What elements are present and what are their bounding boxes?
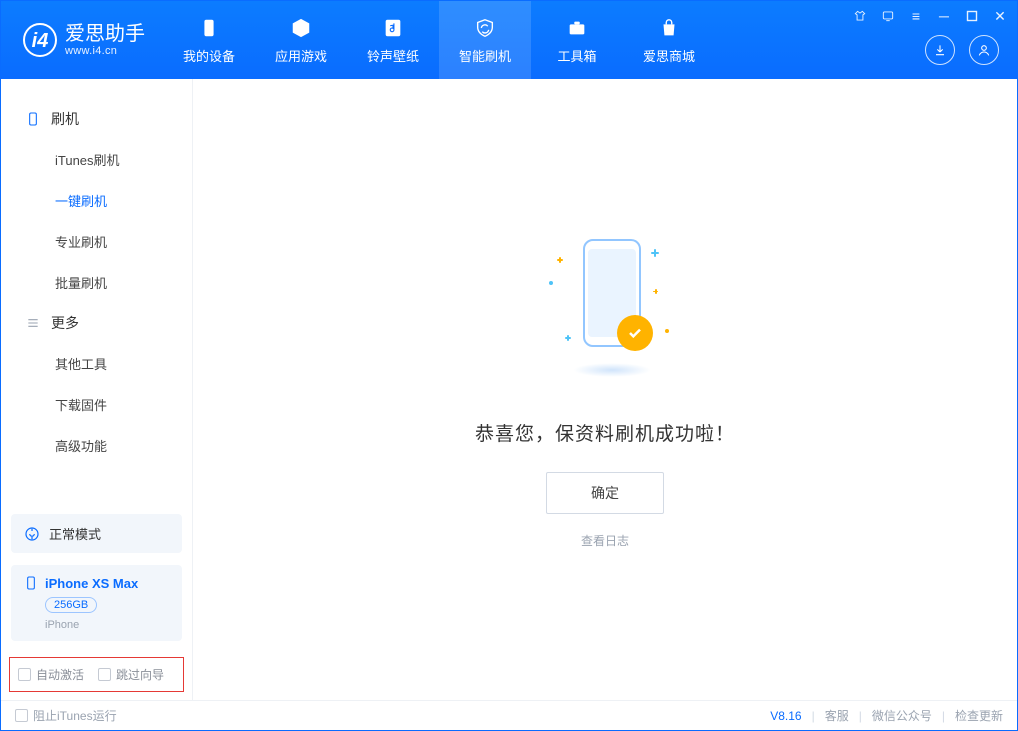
- flash-options-row: 自动激活 跳过向导: [9, 657, 184, 692]
- app-name-en: www.i4.cn: [65, 45, 145, 57]
- sidebar-section-flash: 刷机: [1, 99, 192, 139]
- sidebar-item-download-firmware[interactable]: 下载固件: [1, 384, 192, 425]
- phone-icon: [197, 16, 221, 40]
- device-capacity: 256GB: [45, 597, 97, 613]
- device-icon: [23, 575, 39, 591]
- sidebar-item-batch-flash[interactable]: 批量刷机: [1, 262, 192, 303]
- device-info-box[interactable]: iPhone XS Max 256GB iPhone: [11, 565, 182, 641]
- window-controls: ≡ ─ ✕: [851, 7, 1009, 25]
- phone-outline-icon: [25, 111, 41, 127]
- success-illustration: [525, 231, 685, 401]
- maximize-button[interactable]: [963, 7, 981, 25]
- device-type: iPhone: [45, 619, 170, 631]
- menu-icon[interactable]: ≡: [907, 7, 925, 25]
- nav-my-device[interactable]: 我的设备: [163, 1, 255, 79]
- device-name: iPhone XS Max: [45, 576, 138, 591]
- account-button[interactable]: [969, 35, 999, 65]
- check-update-link[interactable]: 检查更新: [955, 707, 1003, 724]
- feedback-icon[interactable]: [879, 7, 897, 25]
- refresh-shield-icon: [473, 16, 497, 40]
- support-link[interactable]: 客服: [825, 707, 849, 724]
- sidebar-item-onekey-flash[interactable]: 一键刷机: [1, 180, 192, 221]
- nav-label: 智能刷机: [459, 46, 511, 65]
- main-content: 恭喜您，保资料刷机成功啦！ 确定 查看日志: [193, 79, 1017, 700]
- bag-icon: [657, 16, 681, 40]
- download-button[interactable]: [925, 35, 955, 65]
- header: i4 爱思助手 www.i4.cn 我的设备 应用游戏 铃声壁纸 智能刷机 工具…: [1, 1, 1017, 79]
- nav-toolbox[interactable]: 工具箱: [531, 1, 623, 79]
- sidebar-item-advanced[interactable]: 高级功能: [1, 425, 192, 466]
- checkbox-skip-guide[interactable]: 跳过向导: [98, 666, 164, 683]
- sidebar-item-pro-flash[interactable]: 专业刷机: [1, 221, 192, 262]
- top-nav: 我的设备 应用游戏 铃声壁纸 智能刷机 工具箱 爱思商城: [163, 1, 715, 79]
- sidebar-section-more: 更多: [1, 303, 192, 343]
- app-name-cn: 爱思助手: [65, 23, 145, 45]
- nav-label: 应用游戏: [275, 46, 327, 65]
- nav-smart-flash[interactable]: 智能刷机: [439, 1, 531, 79]
- sidebar-item-other-tools[interactable]: 其他工具: [1, 343, 192, 384]
- checkbox-auto-activate[interactable]: 自动激活: [18, 666, 84, 683]
- wechat-link[interactable]: 微信公众号: [872, 707, 932, 724]
- success-message: 恭喜您，保资料刷机成功啦！: [475, 419, 735, 446]
- header-actions: [925, 35, 999, 65]
- footer: 阻止iTunes运行 V8.16 | 客服 | 微信公众号 | 检查更新: [1, 700, 1017, 730]
- view-log-link[interactable]: 查看日志: [581, 532, 629, 549]
- briefcase-icon: [565, 16, 589, 40]
- nav-label: 铃声壁纸: [367, 46, 419, 65]
- section-label: 刷机: [51, 109, 79, 129]
- nav-label: 我的设备: [183, 46, 235, 65]
- nav-label: 工具箱: [557, 46, 596, 65]
- list-icon: [25, 315, 41, 331]
- close-button[interactable]: ✕: [991, 7, 1009, 25]
- nav-store[interactable]: 爱思商城: [623, 1, 715, 79]
- app-logo: i4 爱思助手 www.i4.cn: [1, 1, 163, 79]
- mode-icon: [23, 525, 41, 543]
- mode-label: 正常模式: [49, 524, 101, 543]
- sidebar-item-itunes-flash[interactable]: iTunes刷机: [1, 139, 192, 180]
- device-mode-box[interactable]: 正常模式: [11, 514, 182, 553]
- minimize-button[interactable]: ─: [935, 7, 953, 25]
- version-label: V8.16: [770, 709, 801, 723]
- ok-button[interactable]: 确定: [546, 472, 664, 514]
- section-label: 更多: [51, 313, 79, 333]
- cube-icon: [289, 16, 313, 40]
- check-badge-icon: [617, 315, 653, 351]
- sidebar: 刷机 iTunes刷机 一键刷机 专业刷机 批量刷机 更多 其他工具 下载固件 …: [1, 79, 193, 700]
- checkbox-block-itunes[interactable]: 阻止iTunes运行: [15, 707, 117, 724]
- nav-ringtones[interactable]: 铃声壁纸: [347, 1, 439, 79]
- logo-icon: i4: [23, 23, 57, 57]
- music-icon: [381, 16, 405, 40]
- shirt-icon[interactable]: [851, 7, 869, 25]
- nav-apps-games[interactable]: 应用游戏: [255, 1, 347, 79]
- nav-label: 爱思商城: [643, 46, 695, 65]
